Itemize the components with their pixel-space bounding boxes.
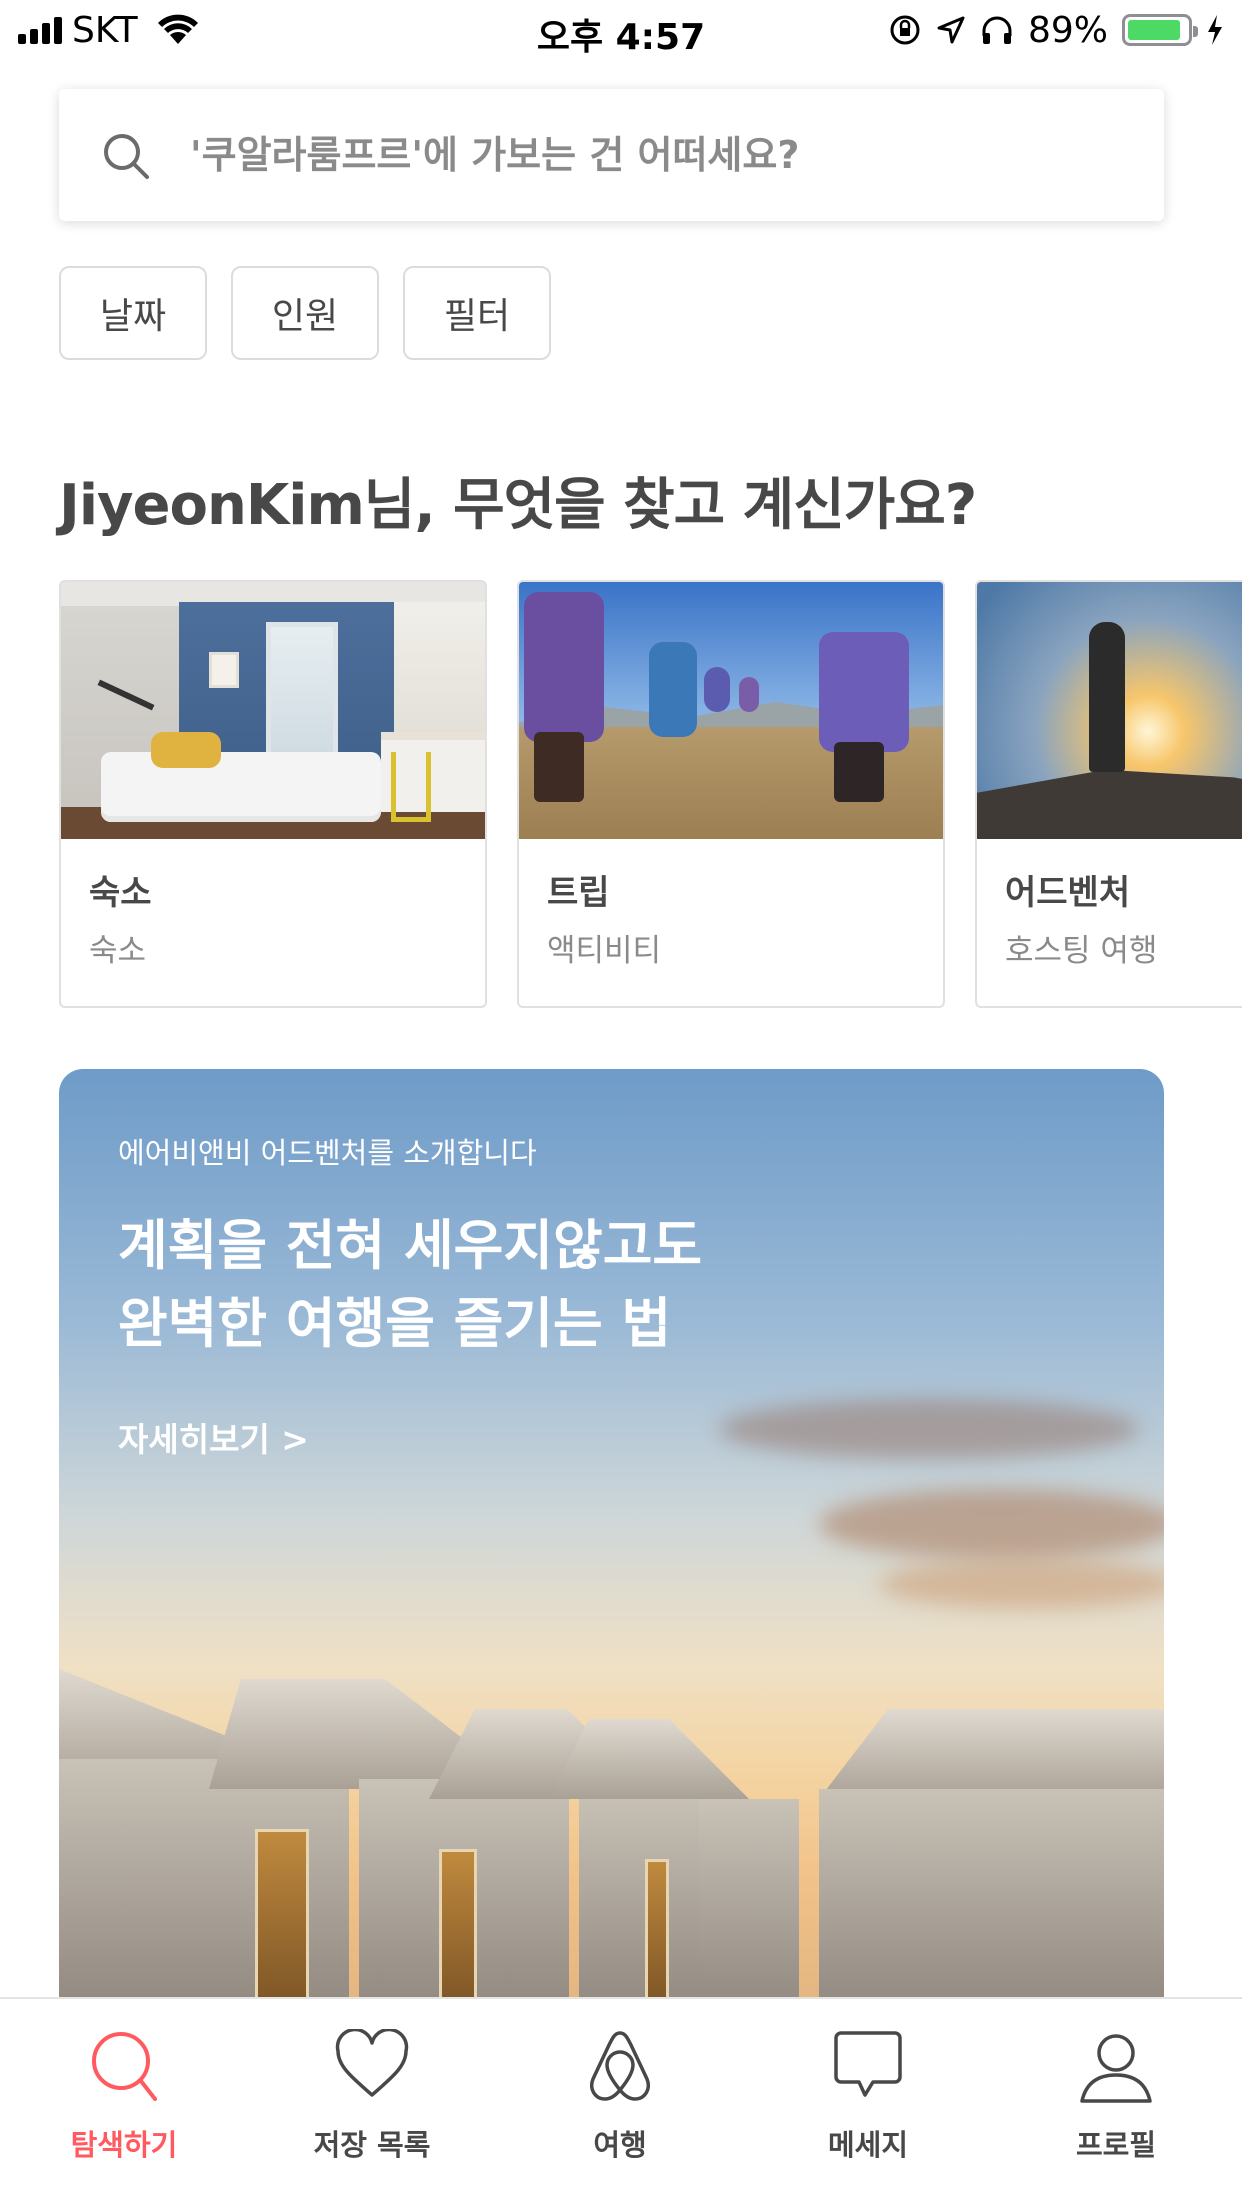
charging-icon	[1208, 15, 1222, 45]
airbnb-logo-icon	[590, 2031, 650, 2101]
banner-title: 계획을 전혀 세우지않고도 완벽한 여행을 즐기는 법	[118, 1207, 702, 1363]
section-title: JiyeonKim님, 무엇을 찾고 계신가요?	[59, 473, 977, 538]
search-input[interactable]: '쿠알라룸프르'에 가보는 건 어떠세요?	[59, 89, 1164, 221]
location-icon	[937, 16, 965, 44]
category-subtitle: 액티비티	[547, 933, 662, 969]
tab-messages[interactable]: 메세지	[744, 1999, 992, 2208]
date-filter-button[interactable]: 날짜	[59, 266, 207, 360]
tab-label: 여행	[593, 2128, 647, 2162]
battery-fill	[1128, 20, 1180, 40]
banner-title-line2: 완벽한 여행을 즐기는 법	[118, 1292, 672, 1355]
tab-bar: 탐색하기 저장 목록 여행 메세지 프로필	[0, 1997, 1242, 2208]
profile-icon	[1080, 2034, 1152, 2103]
banner-title-line1: 계획을 전혀 세우지않고도	[118, 1214, 703, 1277]
tab-label: 저장 목록	[313, 2128, 431, 2162]
filter-pills: 날짜 인원 필터	[59, 266, 551, 360]
category-subtitle: 호스팅 여행	[1005, 933, 1158, 969]
battery-icon	[1122, 14, 1198, 46]
tab-explore[interactable]: 탐색하기	[0, 1999, 248, 2208]
battery-percent: 89%	[1027, 9, 1108, 51]
category-subtitle: 숙소	[89, 933, 147, 969]
status-right: 89%	[888, 9, 1224, 51]
search-icon	[92, 2032, 157, 2101]
bedroom-image	[61, 582, 485, 839]
category-title: 숙소	[89, 873, 152, 913]
adventure-banner[interactable]: 에어비앤비 어드벤처를 소개합니다 계획을 전혀 세우지않고도 완벽한 여행을 …	[59, 1069, 1164, 2069]
tab-label: 메세지	[827, 2128, 909, 2162]
hikers-image	[519, 582, 943, 839]
learn-more-link[interactable]: 자세히보기 >	[118, 1413, 309, 1461]
adventure-image	[977, 582, 1242, 839]
category-card-trips[interactable]: 트립 액티비티	[517, 580, 945, 1008]
search-placeholder: '쿠알라룸프르'에 가보는 건 어떠세요?	[190, 133, 800, 177]
tab-label: 프로필	[1075, 2128, 1157, 2162]
banner-kicker: 에어비앤비 어드벤처를 소개합니다	[118, 1136, 537, 1170]
category-title: 트립	[547, 873, 610, 913]
category-card-adventures[interactable]: 어드벤처 호스팅 여행	[975, 580, 1242, 1008]
tab-trips[interactable]: 여행	[496, 1999, 744, 2208]
tab-saved[interactable]: 저장 목록	[248, 1999, 496, 2208]
tab-profile[interactable]: 프로필	[992, 1999, 1240, 2208]
category-card-stays[interactable]: 숙소 숙소	[59, 580, 487, 1008]
headphones-icon	[982, 16, 1012, 44]
category-carousel[interactable]: 숙소 숙소 트립 액티비티 어드벤처 호스팅 여행	[59, 580, 1242, 1010]
tab-label: 탐색하기	[70, 2128, 178, 2162]
orientation-lock-icon	[890, 15, 920, 45]
message-icon	[834, 2031, 902, 2097]
more-filters-button[interactable]: 필터	[403, 266, 551, 360]
status-bar: SKT 오후 4:57 89%	[0, 0, 1242, 60]
guests-filter-button[interactable]: 인원	[231, 266, 379, 360]
heart-icon	[335, 2029, 409, 2097]
category-title: 어드벤처	[1005, 873, 1131, 913]
search-icon	[104, 134, 149, 179]
